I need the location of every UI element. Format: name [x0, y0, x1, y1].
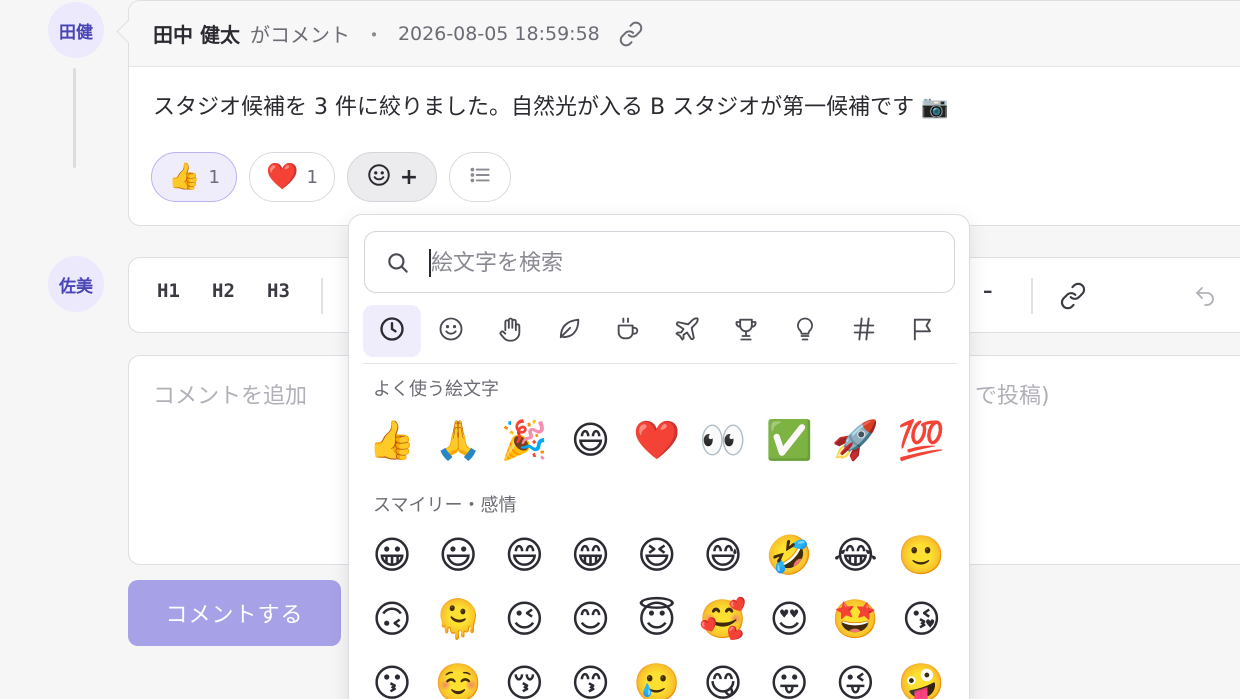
reaction-count: 1	[208, 166, 220, 188]
emoji-option[interactable]: ✅	[758, 412, 820, 468]
reaction-bar: 👍 1 ❤️ 1 +	[151, 152, 511, 202]
emoji-option[interactable]: 🙏	[427, 412, 489, 468]
emoji-option[interactable]: 😇	[626, 591, 688, 647]
emoji-option[interactable]: 😙	[560, 655, 622, 699]
flag-icon	[909, 315, 937, 347]
emoji-option[interactable]: 🥲	[626, 655, 688, 699]
heading2-button[interactable]: H2	[212, 280, 235, 302]
heading1-button[interactable]: H1	[157, 280, 180, 302]
list-icon	[467, 162, 493, 193]
emoji-option[interactable]: 🤩	[824, 591, 886, 647]
editor-placeholder: コメントを追加	[153, 384, 308, 409]
emoji-picker: よく使う絵文字 👍🙏🎉😄❤️👀✅🚀💯 スマイリー・感情 😀😃😄😁😆😅🤣😂🙂🙃🫠😉…	[348, 214, 970, 699]
category-flags[interactable]	[894, 305, 952, 357]
comment-action: がコメント	[249, 23, 350, 47]
emoji-option[interactable]: 😅	[692, 527, 754, 583]
plus-glyph: +	[399, 164, 419, 190]
bulb-icon	[791, 315, 819, 347]
emoji-option[interactable]: 😄	[560, 412, 622, 468]
emoji-option[interactable]: 😍	[758, 591, 820, 647]
comment-header: 田中 健太 がコメント ・ 2026-08-05 18:59:58	[129, 1, 1240, 67]
emoji-option[interactable]: 😋	[692, 655, 754, 699]
comment-author[interactable]: 田中 健太	[153, 19, 240, 48]
link-icon[interactable]	[1059, 282, 1087, 314]
reaction-heart[interactable]: ❤️ 1	[249, 152, 335, 202]
search-icon	[385, 250, 411, 280]
heading3-button[interactable]: H3	[267, 280, 290, 302]
toolbar-divider	[321, 278, 323, 314]
plane-icon	[673, 315, 701, 347]
permalink-icon[interactable]	[618, 21, 644, 47]
comment-timestamp: 2026-08-05 18:59:58	[397, 22, 600, 45]
smileys-section-title: スマイリー・感情	[373, 495, 517, 516]
emoji-option[interactable]: 😁	[560, 527, 622, 583]
emoji-option[interactable]: 😚	[493, 655, 555, 699]
emoji-option[interactable]: 👍	[361, 412, 423, 468]
smiley-icon	[437, 315, 465, 347]
emoji-option[interactable]: 😉	[493, 591, 555, 647]
toolbar-divider	[1031, 278, 1033, 314]
add-reaction-button[interactable]: +	[347, 152, 437, 202]
category-symbols[interactable]	[835, 305, 893, 357]
emoji-option[interactable]: 😘	[891, 591, 953, 647]
emoji-option[interactable]: 🤪	[891, 655, 953, 699]
hash-icon	[850, 315, 878, 347]
emoji-option[interactable]: 😀	[361, 527, 423, 583]
emoji-option[interactable]: 👀	[692, 412, 754, 468]
emoji-option[interactable]: 🥰	[692, 591, 754, 647]
author-avatar: 田健	[48, 2, 104, 58]
thread-line	[73, 68, 76, 168]
emoji-option[interactable]: ☺️	[427, 655, 489, 699]
frequent-section-title: よく使う絵文字	[373, 379, 499, 400]
emoji-option[interactable]: 😄	[493, 527, 555, 583]
category-recent[interactable]	[363, 305, 421, 357]
comment-body: スタジオ候補を 3 件に絞りました。自然光が入る B スタジオが第一候補です 📷	[153, 95, 949, 120]
emoji-category-tabs	[363, 305, 957, 357]
emoji-option[interactable]: 🙂	[891, 527, 953, 583]
emoji-option[interactable]: 😊	[560, 591, 622, 647]
category-travel[interactable]	[658, 305, 716, 357]
emoji-option[interactable]: 😗	[361, 655, 423, 699]
hand-icon	[496, 315, 524, 347]
submit-shortcut-hint: r で投稿)	[959, 384, 1050, 409]
current-user-avatar: 佐美	[48, 256, 104, 312]
reaction-list-button[interactable]	[449, 152, 511, 202]
emoji-option[interactable]: 🎉	[493, 412, 555, 468]
emoji-option[interactable]: 🤣	[758, 527, 820, 583]
horizontal-rule-button[interactable]: –	[983, 280, 993, 302]
comment-card: 田中 健太 がコメント ・ 2026-08-05 18:59:58 スタジオ候補…	[128, 0, 1240, 226]
thumbs-up-icon: 👍	[168, 162, 201, 192]
emoji-option[interactable]: 💯	[891, 412, 953, 468]
emoji-option[interactable]: 😛	[758, 655, 820, 699]
emoji-option[interactable]: 🚀	[824, 412, 886, 468]
heart-icon: ❤️	[266, 162, 299, 192]
category-activity[interactable]	[717, 305, 775, 357]
emoji-search-box[interactable]	[364, 231, 955, 293]
undo-icon[interactable]	[1193, 284, 1217, 312]
emoji-option[interactable]: 🫠	[427, 591, 489, 647]
emoji-option[interactable]: 🙃	[361, 591, 423, 647]
reaction-count: 1	[306, 166, 318, 188]
cup-icon	[614, 315, 642, 347]
category-objects[interactable]	[776, 305, 834, 357]
header-separator: ・	[363, 23, 384, 47]
trophy-icon	[732, 315, 760, 347]
emoji-search-input[interactable]	[431, 244, 931, 282]
leaf-icon	[555, 315, 583, 347]
category-nature[interactable]	[540, 305, 598, 357]
smile-plus-icon	[366, 162, 392, 193]
category-people[interactable]	[481, 305, 539, 357]
emoji-option[interactable]: 😃	[427, 527, 489, 583]
picker-divider	[363, 363, 957, 364]
category-food[interactable]	[599, 305, 657, 357]
recent-clock-icon	[378, 315, 406, 347]
category-smileys[interactable]	[422, 305, 480, 357]
emoji-option[interactable]: 😜	[824, 655, 886, 699]
emoji-option[interactable]: 😆	[626, 527, 688, 583]
emoji-option[interactable]: ❤️	[626, 412, 688, 468]
reaction-thumbs-up[interactable]: 👍 1	[151, 152, 237, 202]
emoji-option[interactable]: 😂	[824, 527, 886, 583]
submit-comment-button[interactable]: コメントする	[128, 580, 341, 646]
